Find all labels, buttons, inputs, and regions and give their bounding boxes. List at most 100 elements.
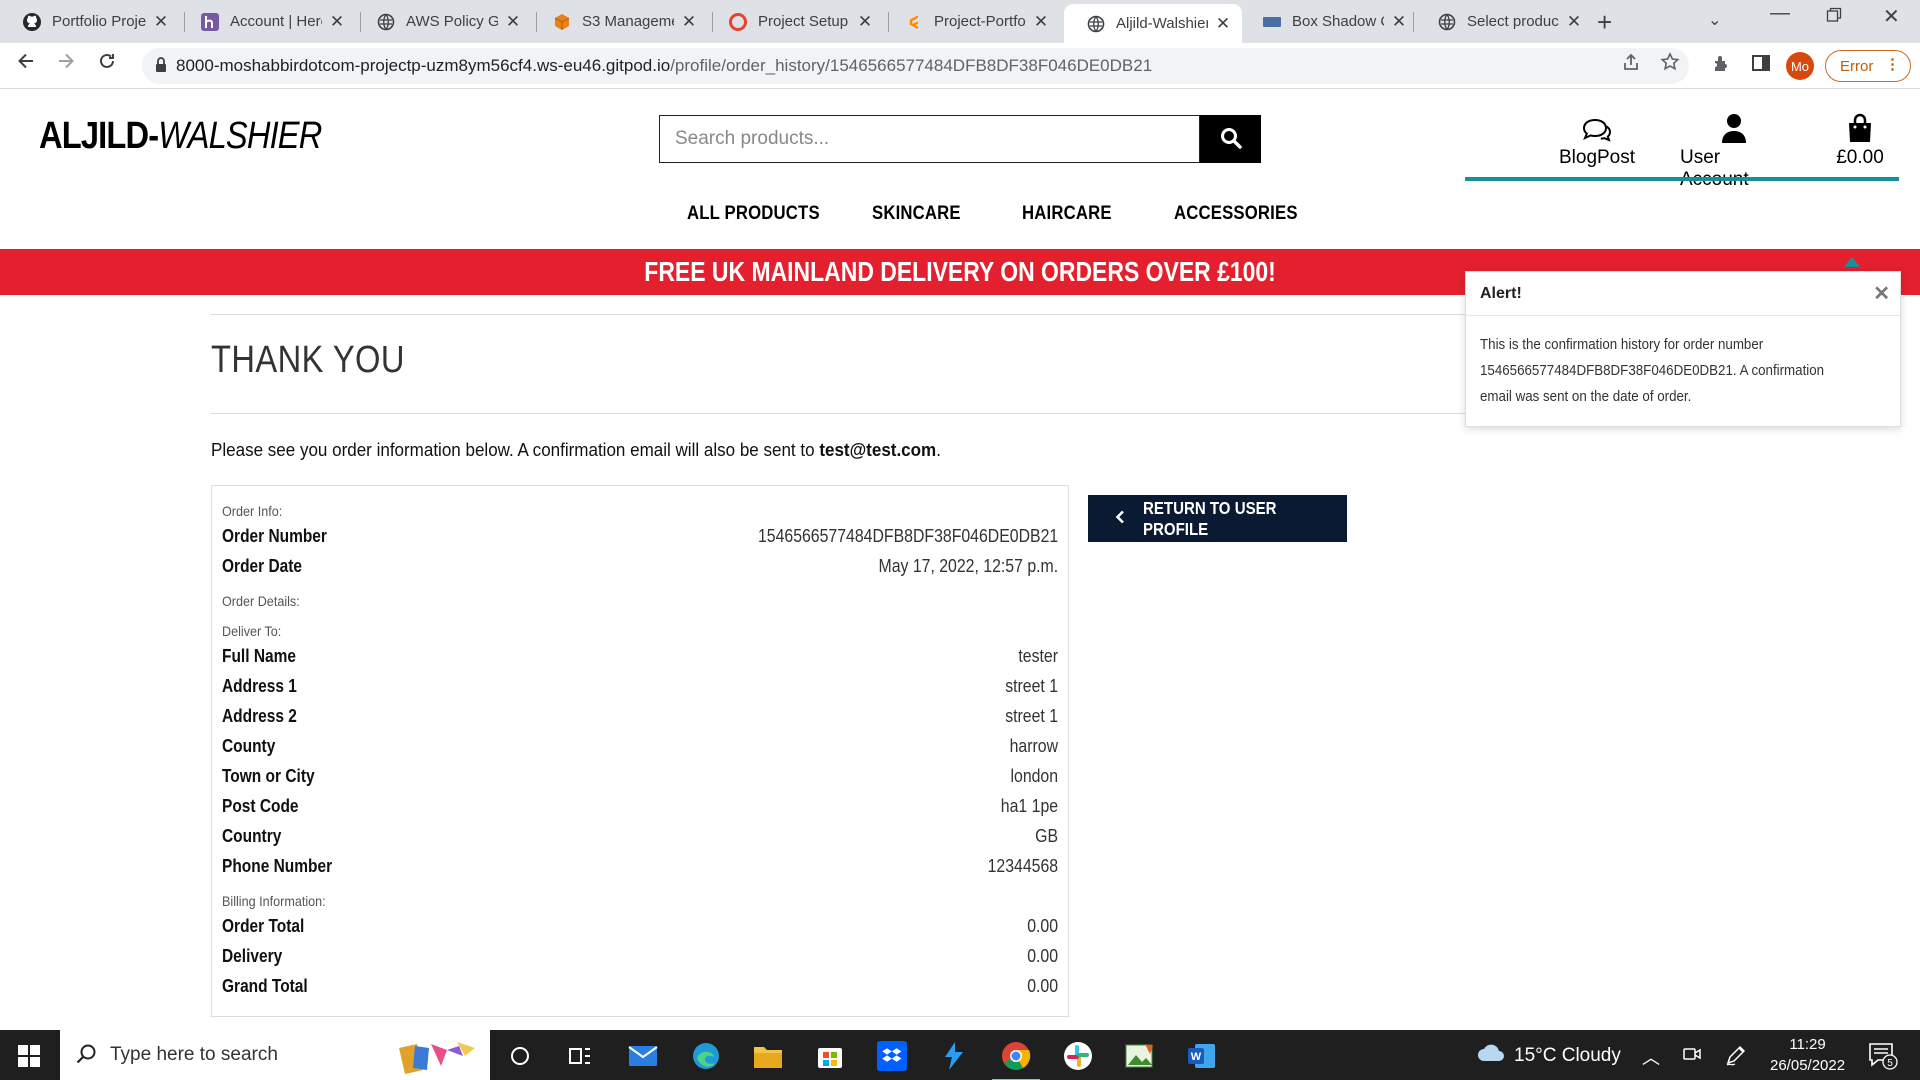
image-app-icon[interactable]	[1122, 1038, 1158, 1074]
nav-all-products[interactable]: ALL PRODUCTS	[687, 203, 820, 225]
close-icon[interactable]: ✕	[1214, 14, 1232, 34]
windows-start-icon[interactable]	[18, 1045, 40, 1072]
share-icon[interactable]	[1621, 52, 1641, 78]
toast-title: Alert!	[1480, 285, 1522, 302]
more-options-icon[interactable]: ⋮	[1885, 55, 1900, 73]
dropbox-icon[interactable]	[874, 1038, 910, 1074]
minimize-button[interactable]: —	[1770, 2, 1790, 25]
search-highlights-icon	[395, 1036, 481, 1080]
nav-haircare[interactable]: HAIRCARE	[1022, 203, 1112, 225]
tab-project-setup[interactable]: Project Setup ✕	[706, 0, 884, 43]
close-window-button[interactable]: ✕	[1883, 4, 1900, 29]
toast-message: This is the confirmation history for ord…	[1480, 337, 1825, 405]
logo-emphasis: WALSHIER	[158, 115, 322, 157]
tab-title: Project Setup	[758, 13, 849, 30]
lock-icon[interactable]	[154, 56, 168, 79]
opera-icon	[728, 12, 748, 32]
tab-select-product[interactable]: Select produc ✕	[1415, 0, 1593, 43]
close-icon[interactable]: ✕	[1032, 12, 1050, 32]
svg-text:W: W	[1191, 1051, 1202, 1063]
close-icon[interactable]: ✕	[152, 12, 170, 32]
tab-s3-management[interactable]: S3 Manageme ✕	[530, 0, 708, 43]
browser-error-button[interactable]: Error ⋮	[1825, 50, 1911, 82]
intro-text: Please see you order information below. …	[211, 439, 820, 460]
search-input[interactable]	[659, 115, 1201, 163]
cloud-icon	[1476, 1043, 1506, 1069]
chrome-icon[interactable]	[992, 1038, 1040, 1080]
tab-title: Portfolio Proje	[52, 13, 146, 30]
globe-icon	[376, 12, 396, 32]
tab-title: Project-Portfo	[934, 13, 1026, 30]
weather-widget[interactable]: 15°C Cloudy	[1476, 1043, 1621, 1069]
shopping-bag-link[interactable]: £0.00	[1832, 111, 1888, 169]
globe-icon	[1437, 12, 1457, 32]
gitpod-icon	[904, 12, 924, 32]
tab-search-icon[interactable]: ⌄	[1708, 10, 1721, 30]
chevron-up-icon[interactable]: ︿	[1642, 1044, 1660, 1070]
alert-toast: Alert! ✕ This is the confirmation histor…	[1465, 271, 1902, 427]
back-button[interactable]	[16, 51, 36, 77]
profile-avatar[interactable]: Mo	[1786, 52, 1814, 80]
file-explorer-icon[interactable]	[750, 1038, 786, 1074]
tab-aws-policy[interactable]: AWS Policy Ge ✕	[354, 0, 532, 43]
order-intro-text: Please see you order information below. …	[211, 439, 941, 461]
close-icon[interactable]: ✕	[680, 12, 698, 32]
extensions-icon[interactable]	[1711, 53, 1731, 78]
tab-portfolio-project[interactable]: Portfolio Proje ✕	[0, 0, 180, 43]
return-to-profile-button[interactable]: RETURN TO USER PROFILE	[1088, 495, 1347, 542]
banner-text: FREE UK MAINLAND DELIVERY ON ORDERS OVER…	[644, 256, 1276, 287]
microsoft-store-icon[interactable]	[812, 1038, 848, 1074]
header-accent-line	[1465, 177, 1899, 181]
tab-title: Account | Hero	[230, 13, 322, 30]
meeting-icon[interactable]	[1682, 1044, 1702, 1069]
address-bar[interactable]: 8000-moshabbirdotcom-projectp-uzm8ym56cf…	[142, 48, 1689, 84]
page-title: THANK YOU	[211, 339, 405, 381]
tab-title: Aljild-Walshier	[1116, 15, 1208, 32]
side-panel-icon[interactable]	[1751, 53, 1771, 78]
tab-project-portfolio[interactable]: Project-Portfo ✕	[882, 0, 1060, 43]
system-clock[interactable]: 11:29 26/05/2022	[1770, 1034, 1845, 1076]
website: ALJILD-WALSHIER BlogPost User Account £0…	[0, 89, 1920, 1030]
close-icon[interactable]: ✕	[1873, 281, 1890, 306]
task-view-icon[interactable]	[562, 1038, 598, 1074]
taskbar-search[interactable]: Type here to search	[60, 1030, 490, 1080]
close-icon[interactable]: ✕	[856, 12, 874, 32]
new-tab-button[interactable]: +	[1597, 7, 1612, 38]
close-icon[interactable]: ✕	[1565, 12, 1583, 32]
blogpost-link[interactable]: BlogPost	[1558, 111, 1636, 169]
nav-skincare[interactable]: SKINCARE	[872, 203, 961, 225]
search-icon	[75, 1043, 97, 1071]
edge-icon[interactable]	[688, 1038, 724, 1074]
blogpost-label: BlogPost	[1558, 147, 1636, 168]
search-button[interactable]	[1200, 115, 1261, 163]
notification-center-icon[interactable]: 5	[1868, 1042, 1898, 1075]
browser-tab-strip: Portfolio Proje ✕ Account | Hero ✕ AWS P…	[0, 0, 1920, 43]
close-icon[interactable]: ✕	[504, 12, 522, 32]
taskbar-search-placeholder: Type here to search	[110, 1044, 278, 1065]
vscode-like-icon[interactable]	[936, 1038, 972, 1074]
shopping-bag-icon	[1847, 111, 1873, 143]
toast-pointer	[1844, 257, 1860, 267]
task-view-circle-icon[interactable]	[502, 1038, 538, 1074]
pen-icon[interactable]	[1725, 1044, 1747, 1071]
nav-accessories[interactable]: ACCESSORIES	[1174, 203, 1298, 225]
bookmark-star-icon[interactable]	[1660, 52, 1680, 78]
main-navigation: ALL PRODUCTS SKINCARE HAIRCARE ACCESSORI…	[0, 203, 1920, 243]
windows-taskbar: Type here to search W 15°C Cloudy ︿ 11:2…	[0, 1030, 1920, 1080]
reload-button[interactable]	[97, 51, 117, 77]
github-icon	[22, 12, 42, 32]
restore-button[interactable]	[1826, 6, 1842, 29]
tab-heroku-account[interactable]: Account | Hero ✕	[178, 0, 356, 43]
site-logo[interactable]: ALJILD-WALSHIER	[39, 115, 322, 158]
mail-icon[interactable]	[625, 1038, 661, 1074]
word-icon[interactable]: W	[1184, 1038, 1220, 1074]
logo-main: ALJILD-	[39, 115, 159, 157]
user-account-label: User Account	[1680, 147, 1749, 190]
close-icon[interactable]: ✕	[1390, 12, 1408, 32]
tab-box-shadow[interactable]: Box Shadow C ✕	[1240, 0, 1418, 43]
forward-button[interactable]	[56, 51, 76, 77]
globe-icon	[1086, 14, 1106, 34]
slack-icon[interactable]	[1060, 1038, 1096, 1074]
tab-aljild-walshier[interactable]: Aljild-Walshier ✕	[1064, 4, 1242, 43]
close-icon[interactable]: ✕	[328, 12, 346, 32]
